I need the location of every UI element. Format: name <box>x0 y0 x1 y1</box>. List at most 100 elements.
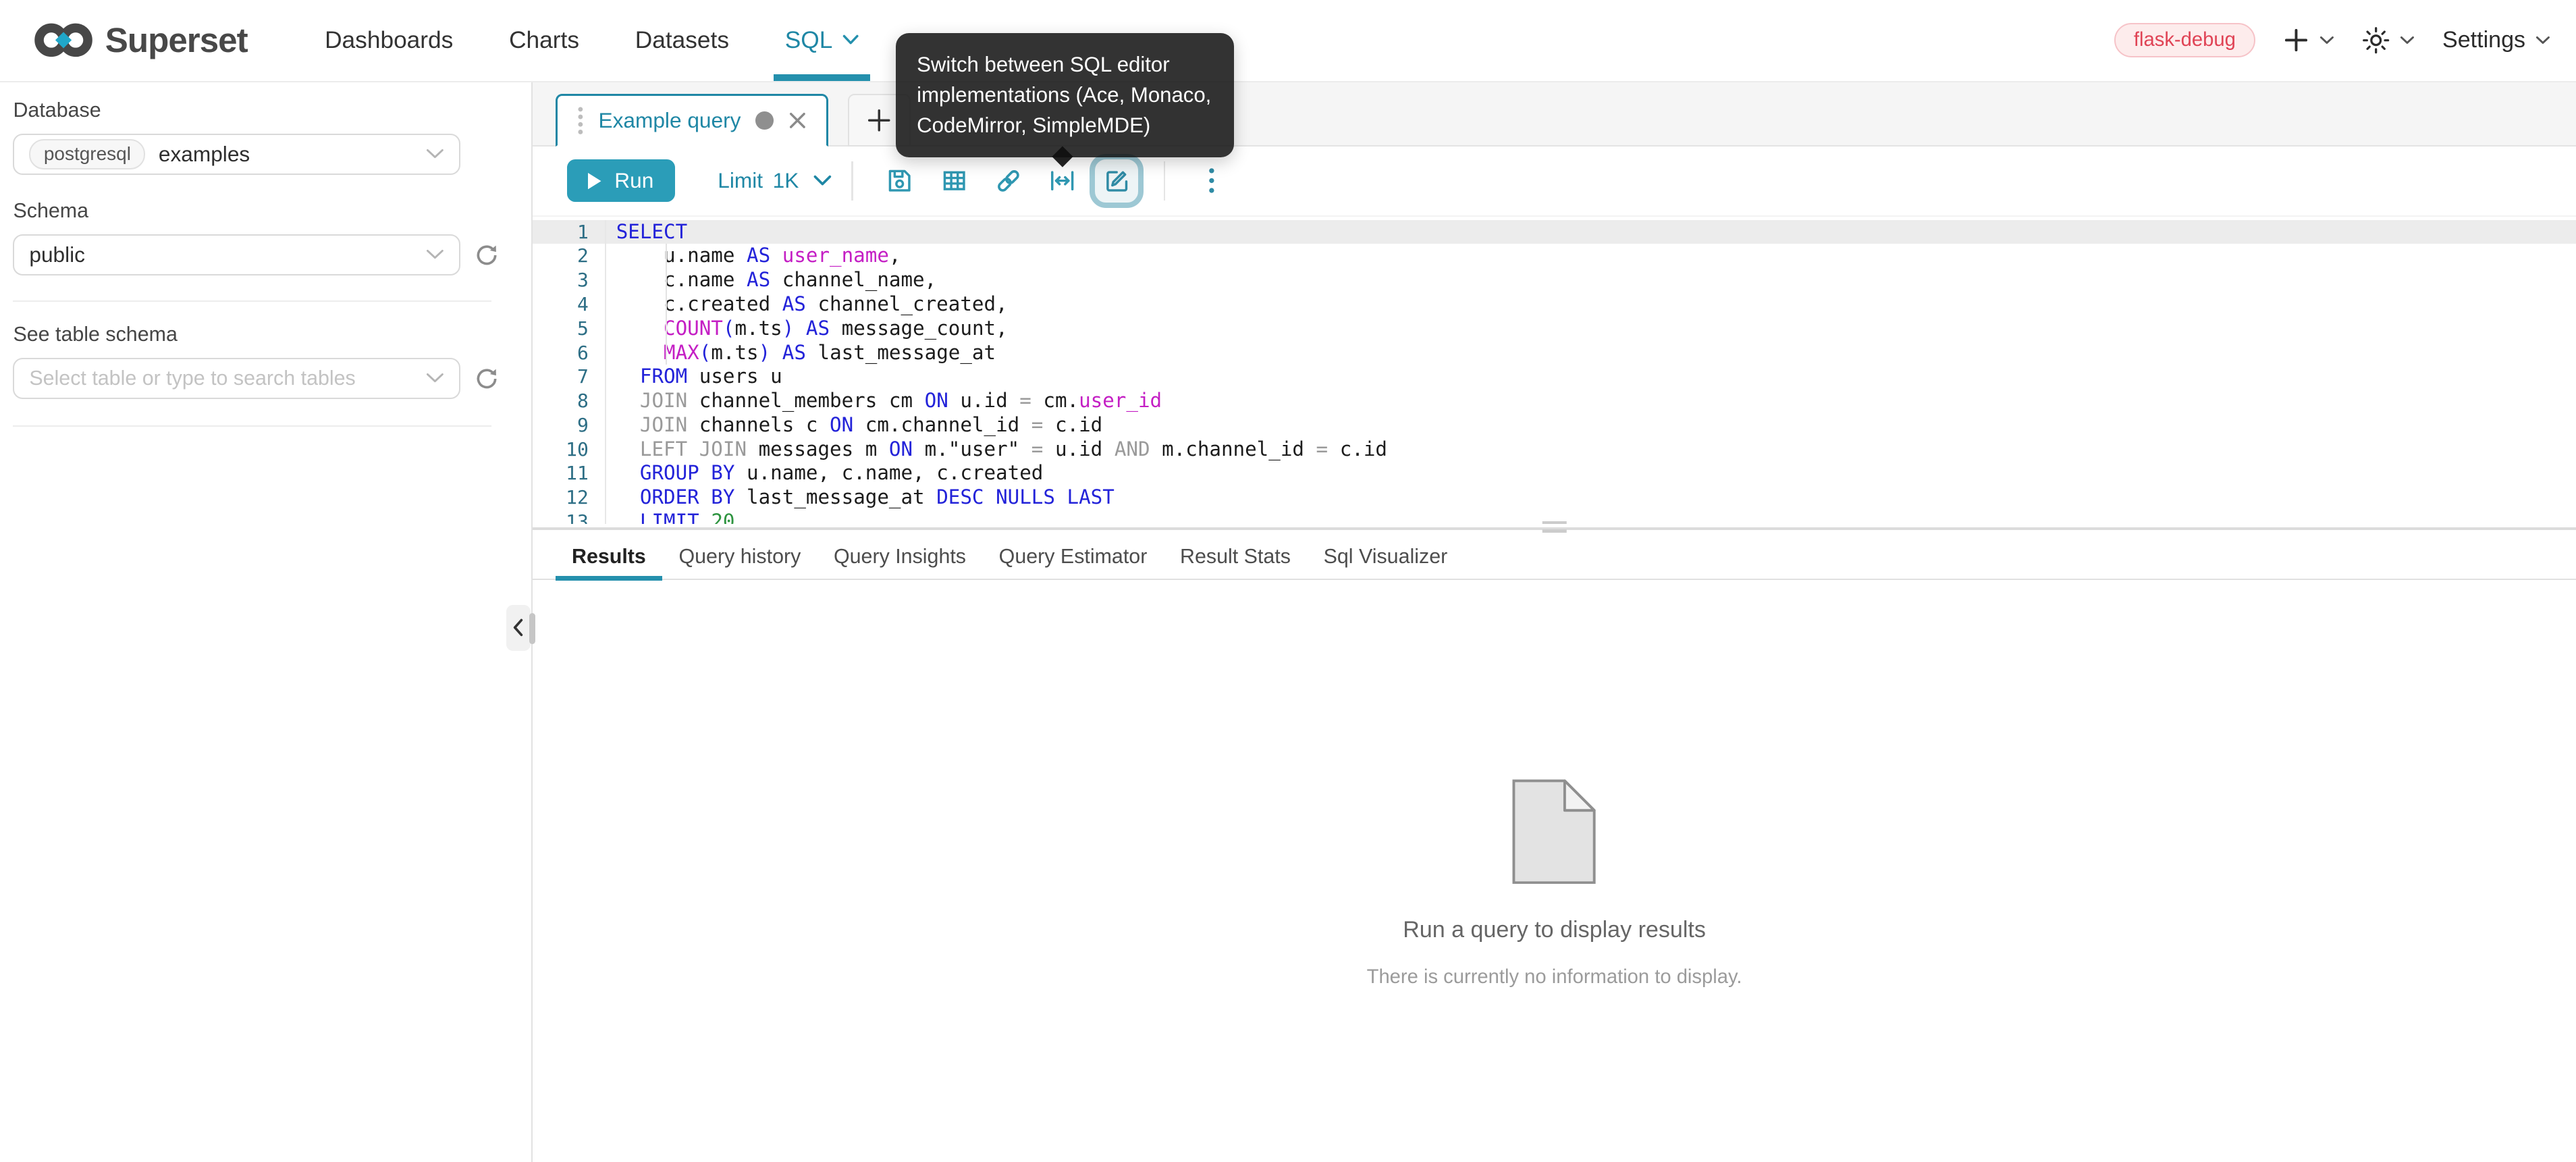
top-nav: Superset Dashboards Charts Datasets SQL … <box>0 0 2576 82</box>
code-text: FROM users u <box>606 365 2576 389</box>
database-value: examples <box>159 142 413 167</box>
brand-name: Superset <box>105 20 248 60</box>
chevron-down-icon <box>426 149 444 160</box>
tab-results[interactable]: Results <box>556 534 663 579</box>
code-text: u.name AS user_name, <box>606 244 2576 268</box>
nav-sql[interactable]: SQL <box>757 0 886 81</box>
editor-lines: 1SELECT2 u.name AS user_name,3 c.name AS… <box>533 217 2576 525</box>
collapse-sidebar-button[interactable] <box>506 605 531 651</box>
code-line[interactable]: 6 MAX(m.ts) AS last_message_at <box>533 341 2576 365</box>
database-select[interactable]: postgresql examples <box>13 134 460 175</box>
theme-menu[interactable] <box>2362 26 2415 54</box>
code-text: c.name AS channel_name, <box>606 268 2576 292</box>
code-line[interactable]: 5 COUNT(m.ts) AS message_count, <box>533 317 2576 341</box>
schema-select[interactable]: public <box>13 234 460 275</box>
resize-handle[interactable] <box>1542 521 1567 533</box>
nav-dashboards[interactable]: Dashboards <box>297 0 481 81</box>
code-text: c.created AS channel_created, <box>606 292 2576 317</box>
kebab-menu-icon <box>1208 167 1215 194</box>
line-number: 1 <box>533 220 607 244</box>
code-line[interactable]: 11 GROUP BY u.name, c.name, c.created <box>533 461 2576 485</box>
new-item-menu[interactable] <box>2283 27 2334 53</box>
save-icon <box>886 167 913 194</box>
switch-editor-button[interactable] <box>1090 154 1144 208</box>
code-line[interactable]: 3 c.name AS channel_name, <box>533 268 2576 292</box>
empty-file-icon <box>1512 861 1596 890</box>
theme-sun-icon <box>2362 26 2390 54</box>
tab-query-estimator[interactable]: Query Estimator <box>982 534 1163 579</box>
unsaved-indicator <box>755 111 774 130</box>
settings-menu[interactable]: Settings <box>2442 27 2550 53</box>
code-line[interactable]: 10 LEFT JOIN messages m ON m."user" = u.… <box>533 438 2576 462</box>
editor-resize-divider <box>533 524 2576 534</box>
expand-width-icon <box>1048 167 1076 194</box>
scrollbar-thumb[interactable] <box>529 613 536 644</box>
tab-example-query[interactable]: Example query <box>556 94 828 147</box>
superset-logo[interactable]: Superset <box>33 0 248 81</box>
chevron-down-icon <box>426 249 444 261</box>
code-line[interactable]: 2 u.name AS user_name, <box>533 244 2576 268</box>
caret-down-icon <box>842 34 859 46</box>
table-select[interactable]: Select table or type to search tables <box>13 358 460 399</box>
code-line[interactable]: 7 FROM users u <box>533 365 2576 389</box>
tab-result-stats[interactable]: Result Stats <box>1164 534 1308 579</box>
kebab-menu-button[interactable] <box>1185 155 1239 207</box>
render-table-button[interactable] <box>927 155 981 207</box>
database-type-badge: postgresql <box>29 139 145 169</box>
editor-switch-tooltip: Switch between SQL editor implementation… <box>896 33 1234 157</box>
line-number: 9 <box>533 413 607 438</box>
caret-down-icon <box>2319 36 2334 46</box>
line-number: 8 <box>533 389 607 413</box>
empty-note: There is currently no information to dis… <box>533 966 2576 988</box>
refresh-schemas-icon[interactable] <box>475 244 498 267</box>
toolbar-divider <box>1164 161 1165 201</box>
line-number: 5 <box>533 317 607 341</box>
nav-datasets[interactable]: Datasets <box>607 0 757 81</box>
line-number: 4 <box>533 292 607 317</box>
table-schema-label: See table schema <box>13 323 531 346</box>
empty-title: Run a query to display results <box>533 917 2576 943</box>
code-text: JOIN channels c ON cm.channel_id = c.id <box>606 413 2576 438</box>
link-icon <box>994 166 1023 196</box>
code-text: LIMIT 20 <box>606 510 2576 525</box>
save-query-button[interactable] <box>873 155 927 207</box>
plus-icon <box>867 108 892 133</box>
tab-sql-visualizer[interactable]: Sql Visualizer <box>1307 534 1464 579</box>
table-icon <box>940 167 968 194</box>
chevron-left-icon <box>512 618 524 637</box>
line-number: 6 <box>533 341 607 365</box>
nav-charts[interactable]: Charts <box>481 0 608 81</box>
toolbar-divider <box>851 161 853 201</box>
close-tab-icon[interactable] <box>788 111 807 130</box>
edit-editor-icon <box>1103 167 1131 194</box>
schema-label: Schema <box>13 199 531 223</box>
run-query-button[interactable]: Run <box>567 159 675 202</box>
code-line[interactable]: 8 JOIN channel_members cm ON u.id = cm.u… <box>533 389 2576 413</box>
results-pane: Run a query to display results There is … <box>533 580 2576 1162</box>
limit-dropdown[interactable]: Limit 1K <box>718 168 832 193</box>
sql-lab-sidebar: Database postgresql examples Schema publ… <box>0 82 533 1162</box>
play-icon <box>588 173 601 189</box>
tab-query-insights[interactable]: Query Insights <box>817 534 983 579</box>
line-number: 2 <box>533 244 607 268</box>
line-number: 11 <box>533 461 607 485</box>
results-tabbar: Results Query history Query Insights Que… <box>533 534 2576 580</box>
superset-logo-icon <box>33 20 94 61</box>
code-line[interactable]: 1SELECT <box>533 220 2576 244</box>
code-text: GROUP BY u.name, c.name, c.created <box>606 461 2576 485</box>
drag-handle-icon[interactable] <box>577 106 584 136</box>
code-text: MAX(m.ts) AS last_message_at <box>606 341 2576 365</box>
table-select-placeholder: Select table or type to search tables <box>29 367 413 390</box>
refresh-tables-icon[interactable] <box>475 367 498 390</box>
copy-link-button[interactable] <box>981 155 1035 207</box>
sql-editor[interactable]: 1SELECT2 u.name AS user_name,3 c.name AS… <box>533 215 2576 525</box>
tab-query-history[interactable]: Query history <box>662 534 817 579</box>
code-line[interactable]: 12 ORDER BY last_message_at DESC NULLS L… <box>533 485 2576 510</box>
line-number: 3 <box>533 268 607 292</box>
superset-sql-lab: Superset Dashboards Charts Datasets SQL … <box>0 0 2576 1162</box>
main-menu: Dashboards Charts Datasets SQL <box>297 0 887 81</box>
code-line[interactable]: 4 c.created AS channel_created, <box>533 292 2576 317</box>
environment-tag: flask-debug <box>2114 23 2255 57</box>
editor-toolbar: Run Limit 1K <box>533 147 2576 215</box>
code-line[interactable]: 9 JOIN channels c ON cm.channel_id = c.i… <box>533 413 2576 438</box>
